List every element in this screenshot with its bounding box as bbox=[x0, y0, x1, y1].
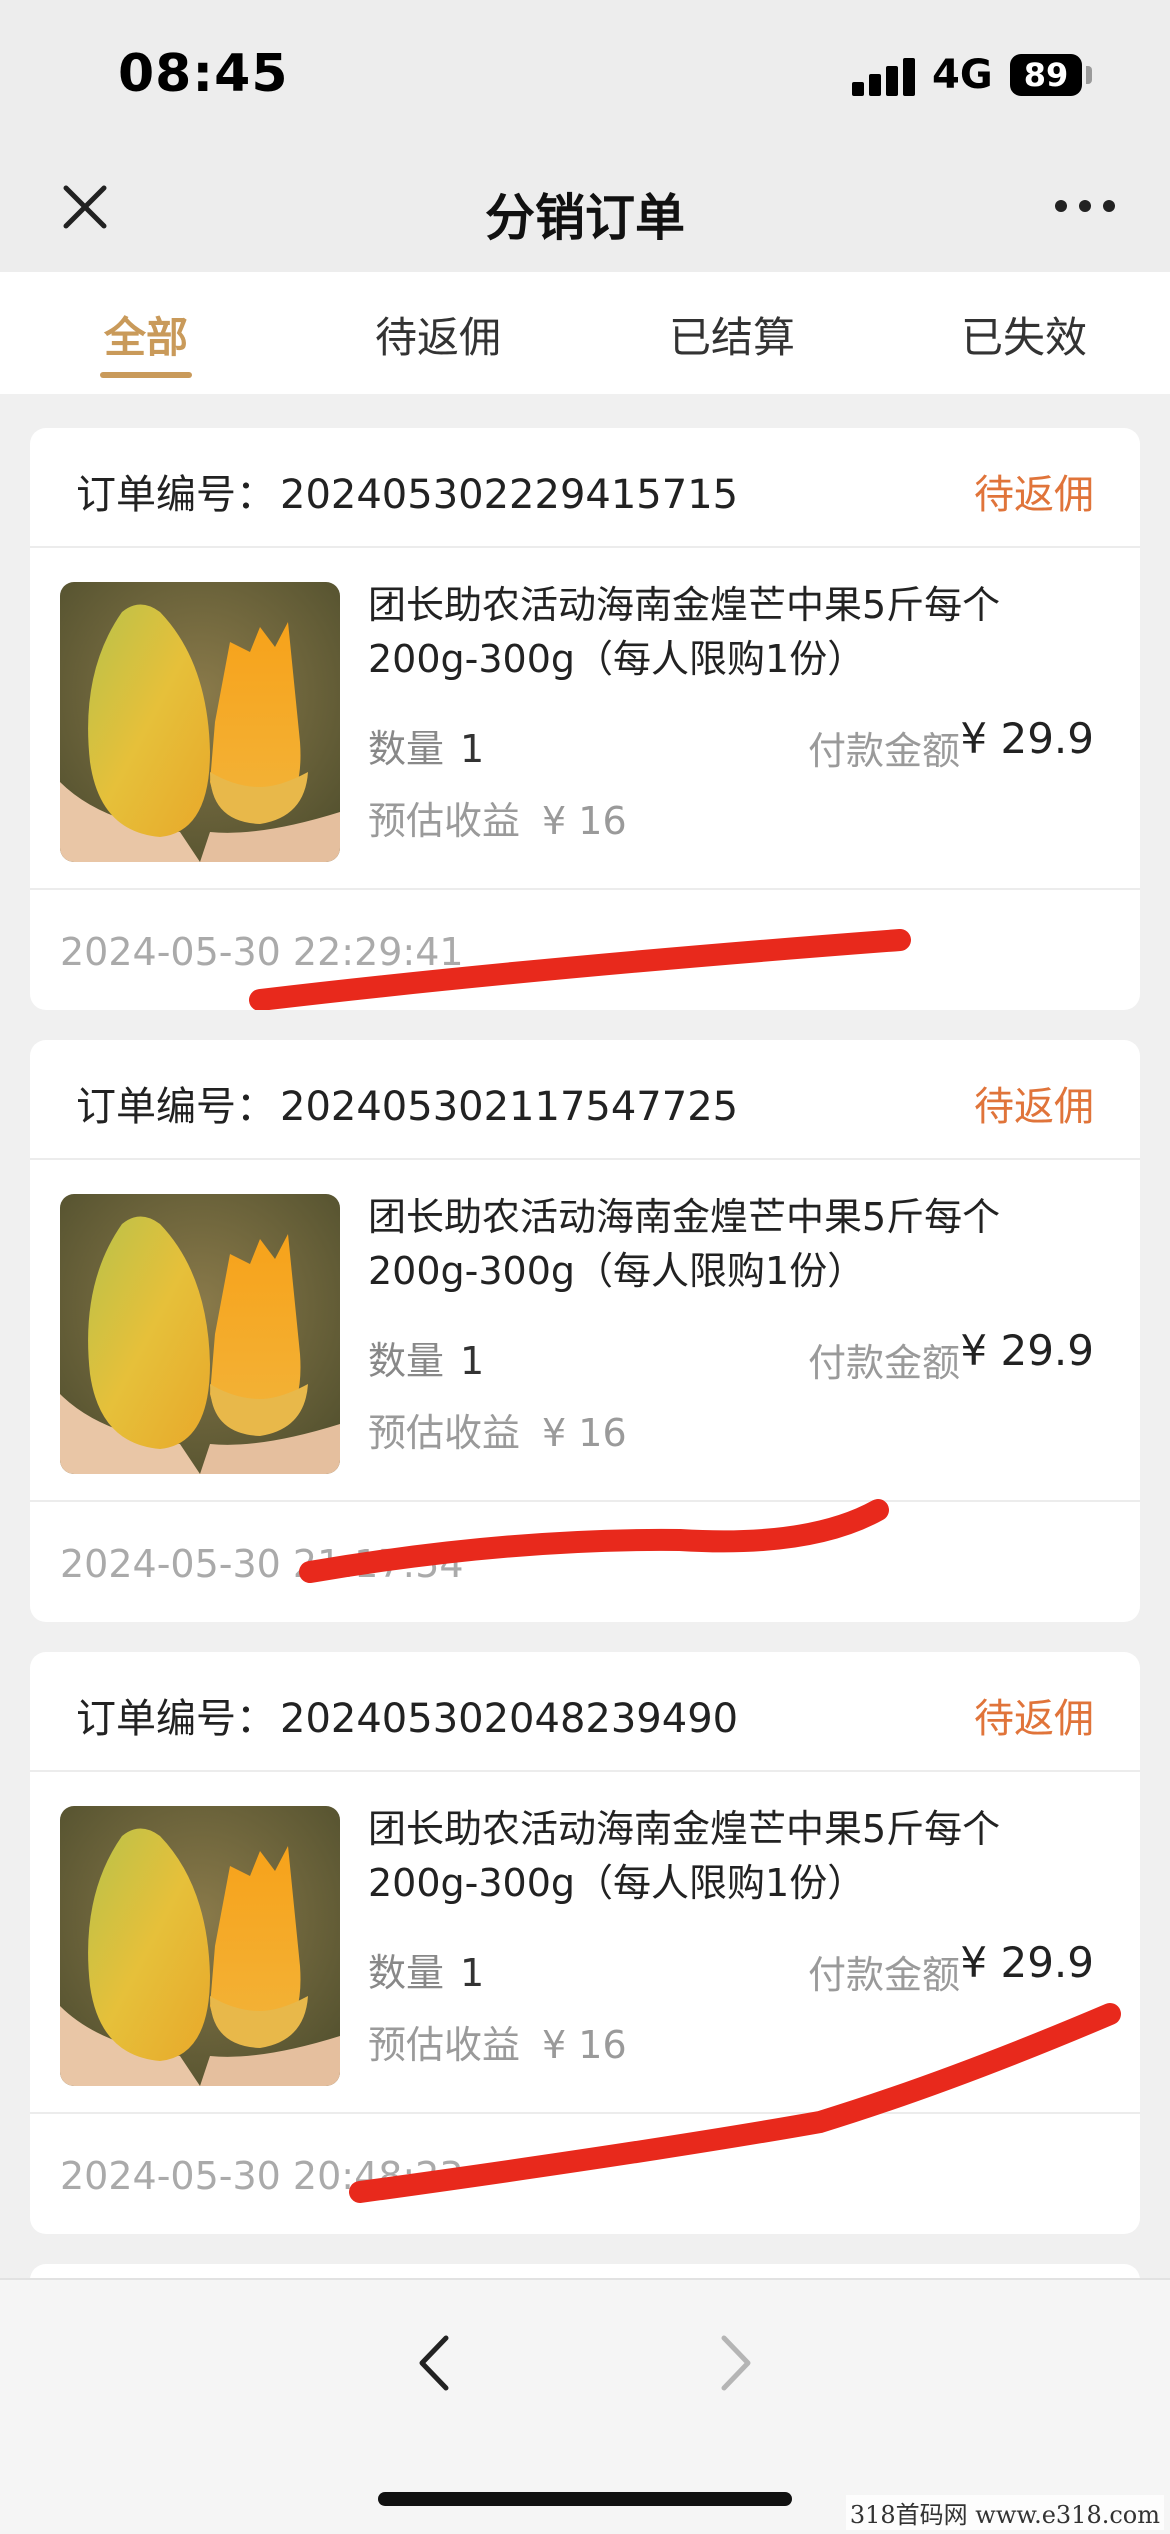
estimated-income-label: 预估收益 bbox=[368, 799, 521, 843]
order-time: 2024-05-30 20:48:23 bbox=[60, 2154, 464, 2198]
estimated-income-value: ¥ 16 bbox=[542, 1411, 627, 1455]
battery-icon: 89 bbox=[1010, 54, 1082, 96]
pay-amount: ¥ 29.9 bbox=[960, 714, 1094, 763]
estimated-income-label: 预估收益 bbox=[368, 1411, 521, 1455]
order-header: 订单编号： 20240530222941571​5 待返佣 bbox=[30, 428, 1140, 548]
order-number-value: 20240530222941571​5 bbox=[280, 472, 739, 518]
estimated-income: 预估收益 ¥ 16 bbox=[368, 1402, 627, 1457]
order-header: 订单编号： 202405302048239490 待返佣 bbox=[30, 1652, 1140, 1772]
product-image[interactable] bbox=[60, 582, 340, 862]
order-header: 订单编号： 202405302117547725 待返佣 bbox=[30, 1040, 1140, 1160]
pay-amount-label: 付款金额 bbox=[808, 1341, 961, 1385]
quantity-label: 数量 bbox=[368, 1339, 445, 1383]
pay-amount-label: 付款金额 bbox=[808, 729, 961, 773]
bottom-toolbar: 318首码网 www.e318.com bbox=[0, 2278, 1170, 2534]
product-name[interactable]: 团长助农活动海南金煌芒中果5斤每个200g-300g（每人限购1份） bbox=[368, 578, 1108, 686]
order-card[interactable]: 订单编号： 202405302117547725 待返佣 团长助农活动海南金煌芒中… bbox=[30, 1040, 1140, 1622]
order-status: 待返佣 bbox=[974, 1696, 1094, 1742]
estimated-income-value: ¥ 16 bbox=[542, 2023, 627, 2067]
product-image[interactable] bbox=[60, 1806, 340, 2086]
tab-active-indicator bbox=[100, 372, 192, 378]
estimated-income-label: 预估收益 bbox=[368, 2023, 521, 2067]
quantity-value: 1 bbox=[460, 1339, 485, 1383]
signal-icon bbox=[852, 58, 916, 96]
page-title: 分销订单 bbox=[485, 189, 685, 247]
order-status: 待返佣 bbox=[974, 1084, 1094, 1130]
tab-all[interactable]: 全部 bbox=[46, 304, 246, 365]
tab-invalid[interactable]: 已失效 bbox=[924, 304, 1124, 365]
quantity: 数量 1 bbox=[368, 1330, 484, 1385]
product-image[interactable] bbox=[60, 1194, 340, 1474]
order-tabs: 全部 待返佣 已结算 已失效 bbox=[0, 272, 1170, 394]
order-status: 待返佣 bbox=[974, 472, 1094, 518]
quantity-value: 1 bbox=[460, 1951, 485, 1995]
order-card[interactable]: 订单编号： 20240530222941571​5 待返佣 团长助农活动海南金煌芒… bbox=[30, 428, 1140, 1010]
quantity-label: 数量 bbox=[368, 1951, 445, 1995]
estimated-income: 预估收益 ¥ 16 bbox=[368, 790, 627, 845]
tab-settled[interactable]: 已结算 bbox=[632, 304, 832, 365]
pay-amount: ¥ 29.9 bbox=[960, 1938, 1094, 1987]
order-card[interactable]: 订单编号： 202405302048239490 待返佣 团长助农活动海南金煌芒中… bbox=[30, 1652, 1140, 2234]
pay-amount-label: 付款金额 bbox=[808, 1953, 961, 1997]
order-number: 订单编号： 202405302117547725 bbox=[76, 1074, 738, 1132]
product-name[interactable]: 团长助农活动海南金煌芒中果5斤每个200g-300g（每人限购1份） bbox=[368, 1190, 1108, 1298]
battery-tip bbox=[1086, 66, 1092, 84]
status-time: 08:45 bbox=[118, 44, 289, 104]
more-icon[interactable] bbox=[1052, 186, 1118, 226]
order-number: 订单编号： 20240530222941571​5 bbox=[76, 462, 738, 520]
tab-pending-commission[interactable]: 待返佣 bbox=[338, 304, 538, 365]
order-time: 2024-05-30 21:17:54 bbox=[60, 1542, 464, 1586]
quantity: 数量 1 bbox=[368, 1942, 484, 1997]
estimated-income: 预估收益 ¥ 16 bbox=[368, 2014, 627, 2069]
divider bbox=[30, 2112, 1140, 2114]
status-bar: 08:45 4G 89 bbox=[0, 0, 1170, 150]
quantity-label: 数量 bbox=[368, 727, 445, 771]
order-number: 订单编号： 202405302048239490 bbox=[76, 1686, 738, 1744]
order-number-value: 202405302117547725 bbox=[280, 1084, 739, 1130]
order-time: 2024-05-30 22:29:41 bbox=[60, 930, 464, 974]
home-indicator[interactable] bbox=[378, 2492, 792, 2506]
order-number-value: 202405302048239490 bbox=[280, 1696, 739, 1742]
chevron-left-icon[interactable] bbox=[410, 2328, 460, 2398]
product-name[interactable]: 团长助农活动海南金煌芒中果5斤每个200g-300g（每人限购1份） bbox=[368, 1802, 1108, 1910]
divider bbox=[30, 1500, 1140, 1502]
order-number-label: 订单编号： bbox=[76, 1084, 276, 1130]
network-type: 4G bbox=[932, 52, 993, 98]
estimated-income-value: ¥ 16 bbox=[542, 799, 627, 843]
order-number-label: 订单编号： bbox=[76, 1696, 276, 1742]
chevron-right-icon[interactable] bbox=[710, 2328, 760, 2398]
pay-amount: ¥ 29.9 bbox=[960, 1326, 1094, 1375]
quantity-value: 1 bbox=[460, 727, 485, 771]
quantity: 数量 1 bbox=[368, 718, 484, 773]
divider bbox=[30, 888, 1140, 890]
order-number-label: 订单编号： bbox=[76, 472, 276, 518]
nav-bar: 分销订单 bbox=[0, 150, 1170, 272]
watermark: 318首码网 www.e318.com bbox=[845, 2495, 1164, 2530]
